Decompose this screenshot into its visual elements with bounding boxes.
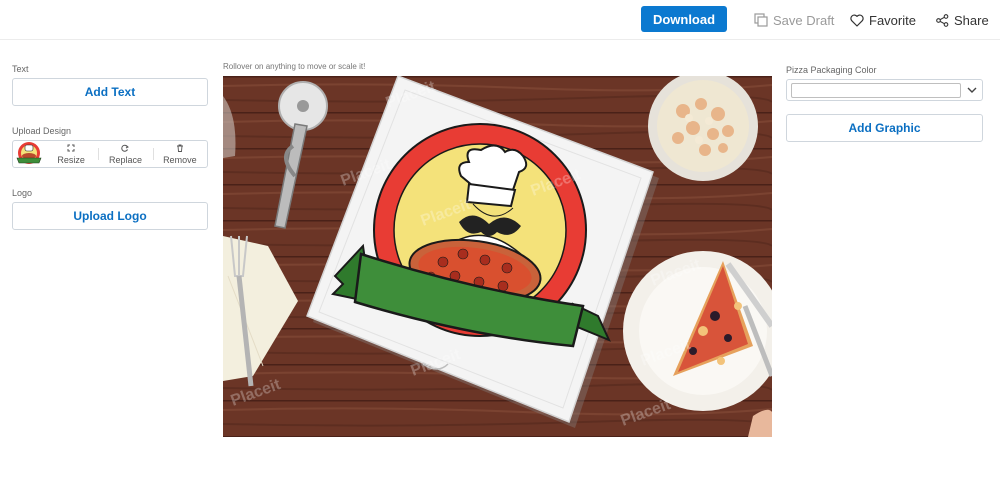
share-label: Share bbox=[954, 12, 989, 28]
add-text-button[interactable]: Add Text bbox=[12, 78, 208, 106]
refresh-icon bbox=[121, 144, 130, 155]
save-draft-button[interactable]: Save Draft bbox=[754, 11, 834, 29]
text-section-label: Text bbox=[12, 64, 29, 74]
resize-label: Resize bbox=[57, 154, 85, 165]
share-icon bbox=[936, 13, 949, 27]
share-button[interactable]: Share bbox=[936, 11, 989, 29]
packaging-color-picker[interactable] bbox=[786, 79, 983, 101]
remove-tool[interactable]: Remove bbox=[152, 141, 207, 167]
design-thumbnail[interactable] bbox=[14, 141, 44, 167]
upload-design-label: Upload Design bbox=[12, 126, 72, 136]
packaging-color-label: Pizza Packaging Color bbox=[786, 65, 877, 75]
replace-tool[interactable]: Replace bbox=[98, 141, 152, 167]
top-toolbar: Download Save Draft Favorite Share bbox=[0, 0, 1000, 40]
chevron-down-icon bbox=[967, 81, 977, 99]
add-graphic-button[interactable]: Add Graphic bbox=[786, 114, 983, 142]
trash-icon bbox=[176, 144, 184, 155]
resize-tool[interactable]: Resize bbox=[44, 141, 98, 167]
resize-icon bbox=[67, 144, 75, 155]
color-swatch bbox=[791, 82, 961, 98]
canvas-hint: Rollover on anything to move or scale it… bbox=[223, 62, 366, 71]
pasta-bowl-prop bbox=[648, 71, 758, 181]
heart-icon bbox=[850, 13, 864, 27]
favorite-label: Favorite bbox=[869, 12, 916, 28]
favorite-button[interactable]: Favorite bbox=[850, 11, 916, 29]
replace-label: Replace bbox=[108, 154, 142, 165]
upload-design-row: Resize Replace Remove bbox=[12, 140, 208, 168]
download-button[interactable]: Download bbox=[641, 6, 727, 32]
logo-section-label: Logo bbox=[12, 188, 33, 198]
upload-logo-button[interactable]: Upload Logo bbox=[12, 202, 208, 230]
mockup-canvas[interactable]: Placeit Placeit Placeit Placeit Placeit … bbox=[223, 71, 783, 437]
remove-label: Remove bbox=[163, 154, 197, 165]
copy-icon bbox=[754, 13, 768, 27]
save-draft-label: Save Draft bbox=[773, 12, 835, 28]
pizza-box-mockup[interactable]: Placeit Placeit Placeit Placeit Placeit … bbox=[223, 71, 783, 437]
